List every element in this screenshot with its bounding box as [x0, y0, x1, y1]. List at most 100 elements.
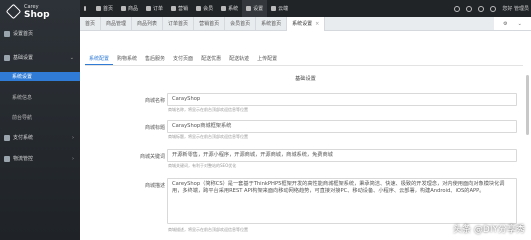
topnav-home[interactable]: 首页 [92, 0, 117, 17]
topnav-label: 云端 [278, 6, 289, 12]
topnav-settings[interactable]: 设置 [242, 0, 268, 17]
topnav-label: 会员 [203, 6, 214, 12]
menu-toggle[interactable] [80, 0, 92, 17]
main-content: 系统配置 购物系统 售后服务 支付页面 配送优惠 配送轨迹 上传配置 基础设置 … [80, 31, 531, 240]
tab-label: 订单首页 [168, 21, 189, 27]
topbar-right: 您好 管理员 [454, 0, 529, 17]
sidebar-item-system-info[interactable]: 系统信息 [0, 93, 80, 102]
home-icon [96, 6, 101, 11]
home-icon [4, 30, 10, 37]
page-tabs: 首页 商品管理 商品列表 订单首页 营销首页 会员首页 系统首页 系统设置 × ⚙… [80, 17, 531, 31]
sidebar-item-label: 基础设置 [13, 55, 34, 61]
logo-text-shop: Shop [24, 10, 50, 20]
sidebar-item-logistics[interactable]: 物流管控 › [0, 154, 80, 163]
diamond-icon[interactable] [478, 5, 485, 12]
tab-system-home[interactable]: 系统首页 [256, 17, 288, 31]
tab-label: 首页 [85, 21, 96, 27]
topnav-label: 商品 [128, 6, 139, 12]
logo-icon [5, 3, 22, 20]
sidebar-item-front-nav[interactable]: 前台导航 [0, 113, 80, 122]
tab-goods-manage[interactable]: 商品管理 [101, 17, 133, 31]
sidebar-item-payment[interactable]: 支付系统 › [0, 133, 80, 142]
system-icon [221, 6, 227, 11]
subtab-payment-page[interactable]: 支付页面 [169, 53, 197, 65]
tab-label: 商品管理 [106, 21, 127, 27]
chevron-right-icon: › [72, 134, 74, 141]
settings-icon [4, 54, 10, 61]
truck-icon [4, 155, 10, 162]
shop-keywords-input[interactable]: 开源新零售，开源小程序，开源商城，开源商城，商城系统，免费商城 [167, 149, 517, 162]
tab-label: 营销首页 [199, 21, 220, 27]
sidebar-item-settings-home[interactable]: 设置首页 [0, 29, 80, 38]
tab-marketing-home[interactable]: 营销首页 [194, 17, 226, 31]
field-help: 商城标题，将显示在前台顶部欢迎信息等位置 [168, 134, 248, 139]
sidebar: Carey Shop 设置首页 基础设置 ⌄ 系统设置 系统信息 前台导航 支付… [0, 0, 80, 240]
topnav-marketing[interactable]: 营销 [167, 0, 192, 17]
topnav-label: 首页 [103, 6, 114, 12]
tab-label: 系统设置 [292, 21, 313, 27]
tab-label: 系统首页 [261, 21, 282, 27]
chevron-right-icon: › [72, 155, 74, 162]
expand-icon[interactable] [490, 5, 497, 12]
chevron-down-icon[interactable]: ⌄ [518, 21, 522, 27]
sidebar-item-system-settings[interactable]: 系统设置 [0, 72, 80, 81]
sidebar-item-label: 设置首页 [13, 31, 34, 37]
hamburger-icon [84, 6, 86, 11]
sidebar-item-label: 物流管控 [13, 156, 34, 162]
tab-label: 商品列表 [137, 21, 158, 27]
field-label: 商城描述 [144, 183, 165, 189]
topnav-label: 订单 [153, 6, 164, 12]
field-label: 商城名称 [144, 98, 165, 104]
tab-order-home[interactable]: 订单首页 [163, 17, 195, 31]
scrollbar[interactable] [526, 75, 529, 135]
tab-label: 会员首页 [230, 21, 251, 27]
section-title: 基础设置 [295, 76, 316, 82]
topnav-cloud[interactable]: 云端 [267, 0, 292, 17]
marketing-icon [171, 6, 177, 11]
settings-subtabs: 系统配置 购物系统 售后服务 支付页面 配送优惠 配送轨迹 上传配置 [85, 53, 281, 65]
gear-icon[interactable]: ⚙ [503, 21, 507, 27]
user-greeting[interactable]: 您好 管理员 [502, 5, 529, 12]
subtab-delivery-track[interactable]: 配送轨迹 [225, 53, 253, 65]
subtab-shopping[interactable]: 购物系统 [113, 53, 141, 65]
divider [85, 65, 523, 66]
settings-icon[interactable] [454, 5, 461, 12]
subtab-delivery-discount[interactable]: 配送优惠 [197, 53, 225, 65]
sidebar-item-label: 前台导航 [12, 115, 33, 121]
tab-system-settings[interactable]: 系统设置 × [287, 17, 326, 31]
tab-tools: ⚙ ⌄ [494, 17, 531, 30]
field-help: 商城描述，将显示在前台顶部欢迎信息等位置 [168, 227, 248, 232]
topnav-label: 设置 [253, 6, 264, 12]
topnav-system[interactable]: 系统 [217, 0, 242, 17]
field-help: 商城关键词，有利于对整站的SEO优化 [168, 163, 237, 168]
shop-name-input[interactable]: CarayShop [167, 93, 517, 106]
topnav-orders[interactable]: 订单 [142, 0, 167, 17]
brand-logo[interactable]: Carey Shop [5, 3, 76, 20]
shop-title-input[interactable]: CarayShop商城框架系统 [167, 120, 517, 133]
subtab-system-config[interactable]: 系统配置 [85, 53, 114, 65]
sidebar-item-basic-settings[interactable]: 基础设置 ⌄ [0, 53, 80, 62]
cloud-icon [271, 6, 277, 11]
top-nav: 首页 商品 订单 营销 会员 系统 设置 云端 您好 管理员 [80, 0, 531, 17]
refresh-icon[interactable] [466, 5, 473, 12]
sidebar-item-label: 系统信息 [12, 95, 33, 101]
payment-icon [4, 134, 10, 141]
watermark: 头条 @DIY分享秀 [453, 225, 525, 235]
topnav-members[interactable]: 会员 [192, 0, 217, 17]
tab-goods-list[interactable]: 商品列表 [132, 17, 164, 31]
shop-description-textarea[interactable]: CareyShop（简称CS）是一套基于ThinkPHP5框架开发的高性能商城框… [167, 178, 517, 224]
field-help: 商城名称，将显示在前台顶部欢迎信息等位置 [168, 107, 248, 112]
goods-icon [121, 6, 127, 11]
order-icon [146, 6, 152, 11]
topnav-goods[interactable]: 商品 [117, 0, 142, 17]
sidebar-item-label: 系统设置 [12, 74, 33, 80]
tab-member-home[interactable]: 会员首页 [225, 17, 257, 31]
gear-icon [246, 6, 252, 11]
chevron-down-icon: ⌄ [69, 54, 74, 61]
close-icon[interactable]: × [315, 21, 319, 27]
subtab-upload-config[interactable]: 上传配置 [253, 53, 281, 65]
field-label: 商城标题 [144, 125, 165, 131]
tab-home[interactable]: 首页 [80, 17, 102, 31]
subtab-after-sales[interactable]: 售后服务 [141, 53, 169, 65]
field-label: 商城关键词 [139, 154, 165, 160]
